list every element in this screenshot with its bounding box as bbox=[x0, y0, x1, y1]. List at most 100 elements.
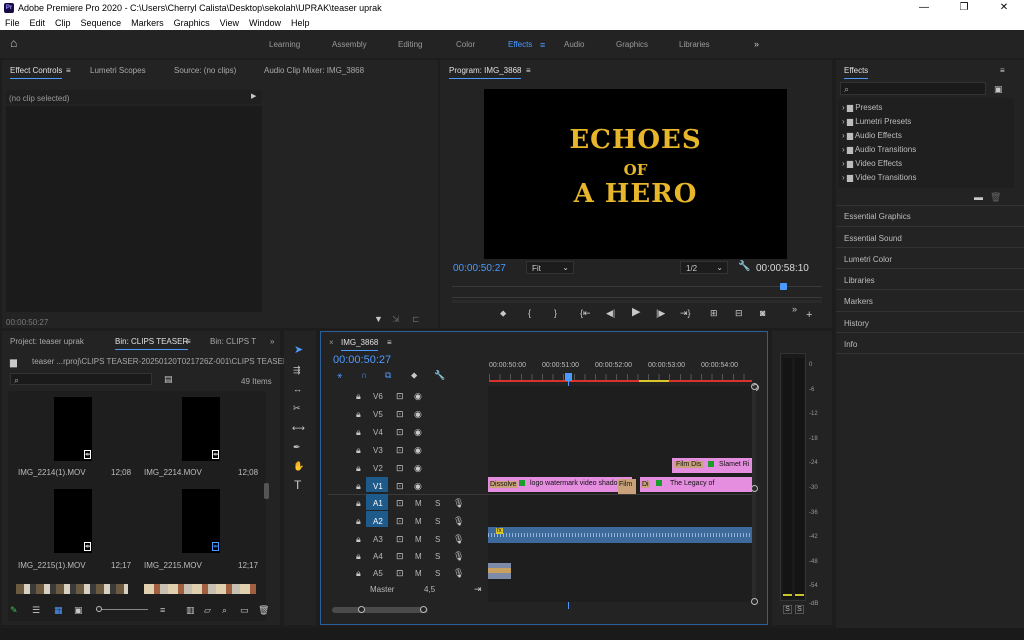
tab-source[interactable]: Source: (no clips) bbox=[174, 66, 236, 75]
tab-menu-icon[interactable]: ≡ bbox=[66, 66, 71, 75]
effects-search-input[interactable]: ⌕ bbox=[840, 82, 986, 95]
new-custom-bin-icon[interactable]: ▬ bbox=[974, 192, 983, 202]
selection-tool-icon[interactable]: ➤ bbox=[294, 345, 303, 356]
filter-icon[interactable]: ▼ bbox=[374, 314, 383, 324]
folder-small-icon[interactable]: ▱ bbox=[204, 605, 211, 615]
menu-window[interactable]: Window bbox=[244, 16, 286, 30]
transition-label[interactable]: Di bbox=[641, 481, 650, 488]
section-libraries[interactable]: Libraries bbox=[844, 276, 875, 285]
button-editor-icon[interactable]: + bbox=[806, 310, 812, 321]
lift-icon[interactable]: ⊞ bbox=[710, 308, 718, 318]
go-to-end-icon[interactable]: ⇥ bbox=[474, 584, 482, 594]
menu-clip[interactable]: Clip bbox=[50, 16, 76, 30]
minimize-button[interactable]: — bbox=[904, 1, 944, 15]
linked-selection-icon[interactable]: ⧉ bbox=[385, 370, 391, 380]
clip-thumbnail[interactable]: ⇹ bbox=[182, 489, 220, 553]
solo-button[interactable]: S bbox=[435, 569, 440, 578]
a4-audio-clip[interactable]: fx bbox=[488, 527, 752, 543]
track-label-a4[interactable]: A4 bbox=[373, 552, 383, 561]
bin-search-input[interactable]: ⌕ bbox=[10, 373, 152, 385]
sync-lock-icon[interactable]: ⊡ bbox=[396, 463, 404, 473]
fx-label[interactable]: fx bbox=[496, 528, 503, 534]
tab-effects[interactable]: Effects bbox=[844, 66, 869, 79]
solo-button[interactable]: S bbox=[435, 535, 440, 544]
new-bin-icon[interactable]: ▣ bbox=[994, 84, 1003, 94]
tab-program[interactable]: Program: IMG_3868 bbox=[449, 66, 522, 79]
razor-icon[interactable]: ✂ bbox=[293, 403, 301, 413]
sync-lock-icon[interactable]: ⊡ bbox=[396, 427, 404, 437]
tab-sequence[interactable]: IMG_3868 bbox=[341, 338, 379, 351]
mic-icon[interactable]: 🎙︎ bbox=[453, 516, 464, 526]
eye-icon[interactable]: ◉ bbox=[414, 463, 422, 473]
eye-icon[interactable]: ◉ bbox=[414, 409, 422, 419]
track-label-a1[interactable]: A1 bbox=[373, 499, 383, 508]
transition-label[interactable]: Dissolve bbox=[489, 481, 518, 488]
new-bin-small-icon[interactable]: ▭ bbox=[240, 605, 249, 615]
v2-clip[interactable]: Film Dis Slamet Ri bbox=[672, 458, 752, 473]
add-marker-icon[interactable]: ⬥ bbox=[500, 308, 506, 318]
mute-button[interactable]: M bbox=[415, 535, 422, 544]
program-scrubber[interactable] bbox=[452, 283, 822, 298]
slip-tool-icon[interactable]: ⟷ bbox=[292, 423, 305, 433]
pen-icon[interactable]: ✒ bbox=[293, 442, 301, 452]
program-timecode[interactable]: 00:00:50:27 bbox=[453, 263, 506, 274]
step-forward-icon[interactable]: |▶ bbox=[656, 308, 665, 318]
close-button[interactable]: ✕ bbox=[984, 1, 1024, 15]
solo-right-button[interactable]: S bbox=[795, 605, 804, 614]
track-select-icon[interactable]: ⇶ bbox=[293, 365, 301, 375]
menu-file[interactable]: File bbox=[0, 16, 25, 30]
fit-dropdown[interactable]: Fit ⌄ bbox=[526, 261, 574, 274]
go-to-out-icon[interactable]: ⇥} bbox=[680, 308, 691, 318]
mark-out-icon[interactable]: } bbox=[554, 308, 557, 318]
lock-icon[interactable]: 🔒︎ bbox=[356, 568, 361, 578]
lock-icon[interactable]: 🔒︎ bbox=[356, 427, 361, 437]
camera-icon[interactable]: ◙ bbox=[760, 308, 765, 318]
home-icon[interactable]: ⌂ bbox=[10, 37, 17, 49]
sync-lock-icon[interactable]: ⊡ bbox=[396, 481, 404, 491]
list-view-icon[interactable]: ☰ bbox=[32, 605, 40, 615]
wrench-icon[interactable]: 🔧 bbox=[738, 262, 750, 272]
solo-left-button[interactable]: S bbox=[783, 605, 792, 614]
sync-lock-icon[interactable]: ⊡ bbox=[396, 409, 404, 419]
tab-project[interactable]: Project: teaser uprak bbox=[10, 337, 84, 346]
delete-icon[interactable]: 🗑 bbox=[990, 192, 1001, 202]
close-sequence-icon[interactable]: × bbox=[329, 338, 334, 347]
section-essential-graphics[interactable]: Essential Graphics bbox=[844, 212, 911, 221]
v1-clip[interactable]: Dissolve logo watermark video shado bbox=[488, 477, 632, 492]
sync-lock-icon[interactable]: ⊡ bbox=[396, 445, 404, 455]
lock-icon[interactable]: 🔒︎ bbox=[356, 463, 361, 473]
export-frame-icon[interactable]: ⇲ bbox=[392, 314, 400, 324]
master-volume[interactable]: 4,5 bbox=[424, 585, 435, 594]
sort-icon[interactable]: ≡ bbox=[160, 605, 165, 615]
program-playhead[interactable] bbox=[780, 283, 787, 290]
find-icon[interactable]: ▤ bbox=[164, 374, 173, 384]
mute-button[interactable]: M bbox=[415, 499, 422, 508]
tab-lumetri-scopes[interactable]: Lumetri Scopes bbox=[90, 66, 146, 75]
eye-icon[interactable]: ◉ bbox=[414, 481, 422, 491]
clip-thumbnail[interactable]: ⇹ bbox=[54, 397, 92, 461]
freeform-view-icon[interactable]: ▣ bbox=[74, 605, 83, 615]
lock-icon[interactable]: 🔒︎ bbox=[356, 445, 361, 455]
track-label-a5[interactable]: A5 bbox=[373, 569, 383, 578]
menu-markers[interactable]: Markers bbox=[126, 16, 169, 30]
clip-thumbnail[interactable] bbox=[144, 584, 256, 594]
program-video-frame[interactable]: ECHOES OF A HERO bbox=[484, 89, 787, 259]
clip-name[interactable]: IMG_2214.MOV bbox=[144, 468, 202, 477]
effects-item-video-transitions[interactable]: › ▆ Video Transitions bbox=[842, 173, 917, 182]
sync-lock-icon[interactable]: ⊡ bbox=[396, 568, 404, 578]
transition-label[interactable]: Film bbox=[618, 479, 636, 494]
workspace-editing[interactable]: Editing bbox=[398, 40, 422, 49]
timeline-timecode[interactable]: 00:00:50:27 bbox=[333, 354, 391, 366]
transition-label[interactable]: Film Dis bbox=[674, 461, 704, 468]
section-info[interactable]: Info bbox=[844, 340, 857, 349]
track-label-a3[interactable]: A3 bbox=[373, 535, 383, 544]
track-label-v6[interactable]: V6 bbox=[373, 392, 383, 401]
eye-icon[interactable]: ◉ bbox=[414, 427, 422, 437]
mark-in-icon[interactable]: { bbox=[528, 308, 531, 318]
section-lumetri-color[interactable]: Lumetri Color bbox=[844, 255, 892, 264]
clip-icon[interactable]: ⊏ bbox=[412, 314, 420, 324]
mic-icon[interactable]: 🎙︎ bbox=[453, 551, 464, 561]
mic-icon[interactable]: 🎙︎ bbox=[453, 534, 464, 544]
section-essential-sound[interactable]: Essential Sound bbox=[844, 234, 902, 243]
track-label-v1[interactable]: V1 bbox=[373, 482, 383, 491]
